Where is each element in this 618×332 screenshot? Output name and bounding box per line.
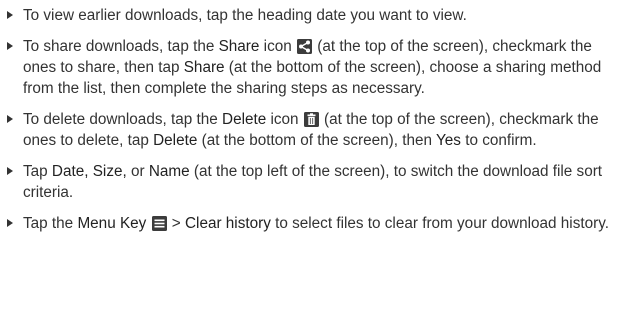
share-keyword: Share: [183, 59, 225, 76]
trash-icon: [303, 112, 319, 127]
item-text: To share downloads, tap the: [23, 38, 219, 55]
list-item-share-downloads: To share downloads, tap the Share icon (…: [5, 36, 610, 99]
item-text: To delete downloads, tap the: [23, 111, 223, 128]
item-text: icon: [259, 38, 292, 55]
item-text: Tap: [23, 163, 52, 180]
list-item-clear-history: Tap the Menu Key > Clear history to sele…: [5, 213, 610, 234]
item-text: (at the bottom of the screen), then: [197, 132, 436, 149]
item-text: >: [167, 215, 185, 232]
date-size-keyword: Date, Size,: [51, 163, 127, 180]
bullet-arrow-icon: [7, 167, 13, 175]
item-text: icon: [266, 111, 299, 128]
item-text: to select files to clear from your downl…: [270, 215, 609, 232]
menu-icon: [151, 216, 167, 231]
menu-key-keyword: Menu Key: [77, 215, 147, 232]
bullet-arrow-icon: [7, 11, 13, 19]
item-text: to confirm.: [460, 132, 537, 149]
yes-keyword: Yes: [436, 132, 461, 149]
bullet-arrow-icon: [7, 115, 13, 123]
item-text: or: [126, 163, 149, 180]
list-item-delete-downloads: To delete downloads, tap the Delete icon…: [5, 109, 610, 151]
clear-history-keyword: Clear history: [185, 215, 271, 232]
bullet-arrow-icon: [7, 219, 13, 227]
delete-keyword: Delete: [153, 132, 198, 149]
share-keyword: Share: [218, 38, 260, 55]
item-text: Tap the: [23, 215, 78, 232]
share-icon: [296, 39, 312, 54]
item-text: To view earlier downloads, tap the headi…: [23, 7, 467, 24]
name-keyword: Name: [148, 163, 190, 180]
delete-keyword: Delete: [222, 111, 267, 128]
bullet-arrow-icon: [7, 42, 13, 50]
instructions-page: To view earlier downloads, tap the headi…: [0, 0, 618, 332]
list-item-sort-criteria: Tap Date, Size, or Name (at the top left…: [5, 161, 610, 203]
list-item-view-downloads: To view earlier downloads, tap the headi…: [5, 5, 610, 26]
